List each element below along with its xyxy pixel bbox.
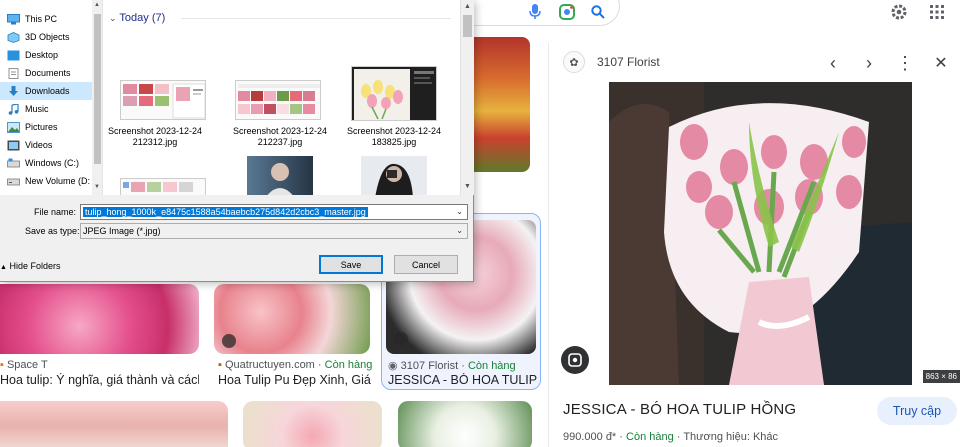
site-logo-icon: ✿	[563, 51, 585, 73]
nav-scrollbar[interactable]: ▲ ▼	[92, 0, 102, 195]
nav-item-music[interactable]: Music	[0, 100, 92, 118]
videos-icon	[7, 140, 20, 150]
file-thumbnail[interactable]	[235, 80, 321, 120]
group-header[interactable]: ⌄ Today (7)	[109, 12, 165, 24]
previous-chevron-icon[interactable]: ‹	[823, 53, 843, 73]
nav-item-videos[interactable]: Videos	[0, 136, 92, 154]
close-icon[interactable]: ✕	[931, 53, 951, 73]
drive-icon	[7, 178, 20, 185]
file-name-value[interactable]: tulip_hong_1000k_e8475c1588a54baebcb275d…	[83, 207, 368, 217]
file-name[interactable]: Screenshot 2023-12-24 212237.jpg	[224, 126, 336, 148]
file-thumbnail[interactable]	[120, 80, 206, 120]
brand: Thương hiệu: Khác	[683, 431, 779, 443]
chevron-down-icon[interactable]: ⌄	[456, 207, 463, 216]
tag-icon	[222, 334, 236, 348]
result-site: ◉ 3107 Florist · Còn hàng	[388, 360, 516, 372]
file-thumbnail[interactable]	[361, 156, 427, 195]
scroll-down-icon[interactable]: ▼	[464, 183, 471, 190]
scroll-thumb[interactable]	[463, 15, 472, 37]
file-list: ⌄ Today (7) Screenshot 2023-12-24 212312…	[103, 0, 460, 195]
nav-item-3d-objects[interactable]: 3D Objects	[0, 28, 92, 46]
google-search-bar	[470, 0, 960, 30]
image-resolution: 863 × 86	[922, 370, 960, 383]
nav-item-desktop[interactable]: Desktop	[0, 46, 92, 64]
save-as-type-value: JPEG Image (*.jpg)	[83, 226, 161, 236]
result-site: ▪ Space T	[0, 359, 48, 371]
more-options-icon[interactable]: ⋮	[895, 53, 915, 73]
group-divider	[181, 18, 451, 19]
file-name[interactable]: Screenshot 2023-12-24 183825.jpg	[338, 126, 450, 148]
nav-item-new-volume[interactable]: New Volume (D:	[0, 172, 92, 190]
cancel-button[interactable]: Cancel	[394, 255, 458, 274]
pictures-icon	[7, 121, 20, 133]
nav-item-documents[interactable]: Documents	[0, 64, 92, 82]
screen: ▪ Space T Hoa tulip: Ý nghĩa, giá thành …	[0, 0, 960, 447]
result-title[interactable]: Hoa Tulip Pu Đẹp Xinh, Giá ch...	[218, 373, 373, 387]
result-image[interactable]	[0, 284, 199, 354]
cube-icon	[7, 31, 20, 43]
result-image[interactable]	[243, 401, 382, 447]
documents-icon	[8, 67, 19, 79]
search-icon[interactable]	[588, 2, 608, 22]
file-name[interactable]: Screenshot 2023-12-24 212312.jpg	[103, 126, 211, 148]
result-image[interactable]	[0, 401, 228, 447]
file-name-label: File name:	[34, 207, 77, 217]
image-preview-panel: ✿ 3107 Florist ‹ › ⋮ ✕ 863 × 86 JESSICA …	[548, 43, 960, 447]
lens-icon[interactable]	[557, 2, 577, 22]
panel-header: ✿ 3107 Florist ‹ › ⋮ ✕	[549, 43, 960, 81]
panel-site-name[interactable]: 3107 Florist	[597, 55, 660, 69]
nav-item-downloads[interactable]: Downloads	[0, 82, 92, 100]
nav-item-pictures[interactable]: Pictures	[0, 118, 92, 136]
hide-folders-toggle[interactable]: ▲ Hide Folders	[0, 261, 60, 271]
download-icon	[9, 85, 18, 96]
collapse-arrow-icon: ▲	[0, 264, 7, 271]
next-chevron-icon[interactable]: ›	[859, 53, 879, 73]
desktop-icon	[7, 50, 20, 60]
result-title[interactable]: Hoa tulip: Ý nghĩa, giá thành và cách bố…	[0, 373, 199, 387]
file-list-scrollbar[interactable]: ▲ ▼	[460, 0, 474, 195]
result-image[interactable]	[214, 284, 370, 354]
file-thumbnail[interactable]	[247, 156, 313, 195]
apps-grid-icon[interactable]	[926, 1, 948, 23]
navigation-pane: This PC 3D Objects Desktop Documents Dow…	[0, 0, 103, 195]
save-button[interactable]: Save	[319, 255, 383, 274]
nav-item-windows-drive[interactable]: Windows (C:)	[0, 154, 92, 172]
file-name-input[interactable]: tulip_hong_1000k_e8475c1588a54baebcb275d…	[80, 204, 468, 220]
price: 990.000 đ*	[563, 431, 617, 443]
visit-button[interactable]: Truy cập	[877, 397, 957, 425]
nav-item-this-pc[interactable]: This PC	[0, 10, 92, 28]
panel-title[interactable]: JESSICA - BÓ HOA TULIP HỒNG	[563, 401, 796, 418]
scroll-up-icon[interactable]: ▲	[464, 3, 471, 10]
result-site: ▪ Quatructuyen.com · Còn hàng	[218, 359, 373, 371]
save-as-dialog: This PC 3D Objects Desktop Documents Dow…	[0, 0, 474, 282]
visual-search-icon[interactable]	[561, 346, 589, 374]
save-as-type-select[interactable]: JPEG Image (*.jpg) ⌄	[80, 223, 468, 239]
panel-meta: 990.000 đ* · Còn hàng · Thương hiệu: Khá…	[563, 431, 779, 443]
settings-gear-icon[interactable]	[888, 1, 910, 23]
drive-icon	[7, 158, 20, 167]
file-thumbnail[interactable]	[351, 66, 437, 121]
result-title[interactable]: JESSICA - BÓ HOA TULIP – ...	[388, 373, 538, 387]
pc-icon	[7, 13, 20, 24]
scroll-down-icon[interactable]: ▼	[94, 184, 100, 190]
stock-status: Còn hàng	[626, 431, 674, 443]
scroll-up-icon[interactable]: ▲	[94, 2, 100, 8]
result-image[interactable]	[474, 37, 530, 172]
save-as-type-label: Save as type:	[25, 226, 80, 236]
scroll-thumb[interactable]	[94, 14, 101, 164]
mic-icon[interactable]	[525, 2, 545, 22]
chevron-down-icon[interactable]: ⌄	[456, 226, 463, 235]
result-image[interactable]	[398, 401, 532, 447]
tag-icon	[394, 332, 408, 346]
file-thumbnail[interactable]	[120, 178, 206, 195]
music-icon	[8, 103, 19, 115]
preview-image[interactable]	[609, 82, 912, 385]
